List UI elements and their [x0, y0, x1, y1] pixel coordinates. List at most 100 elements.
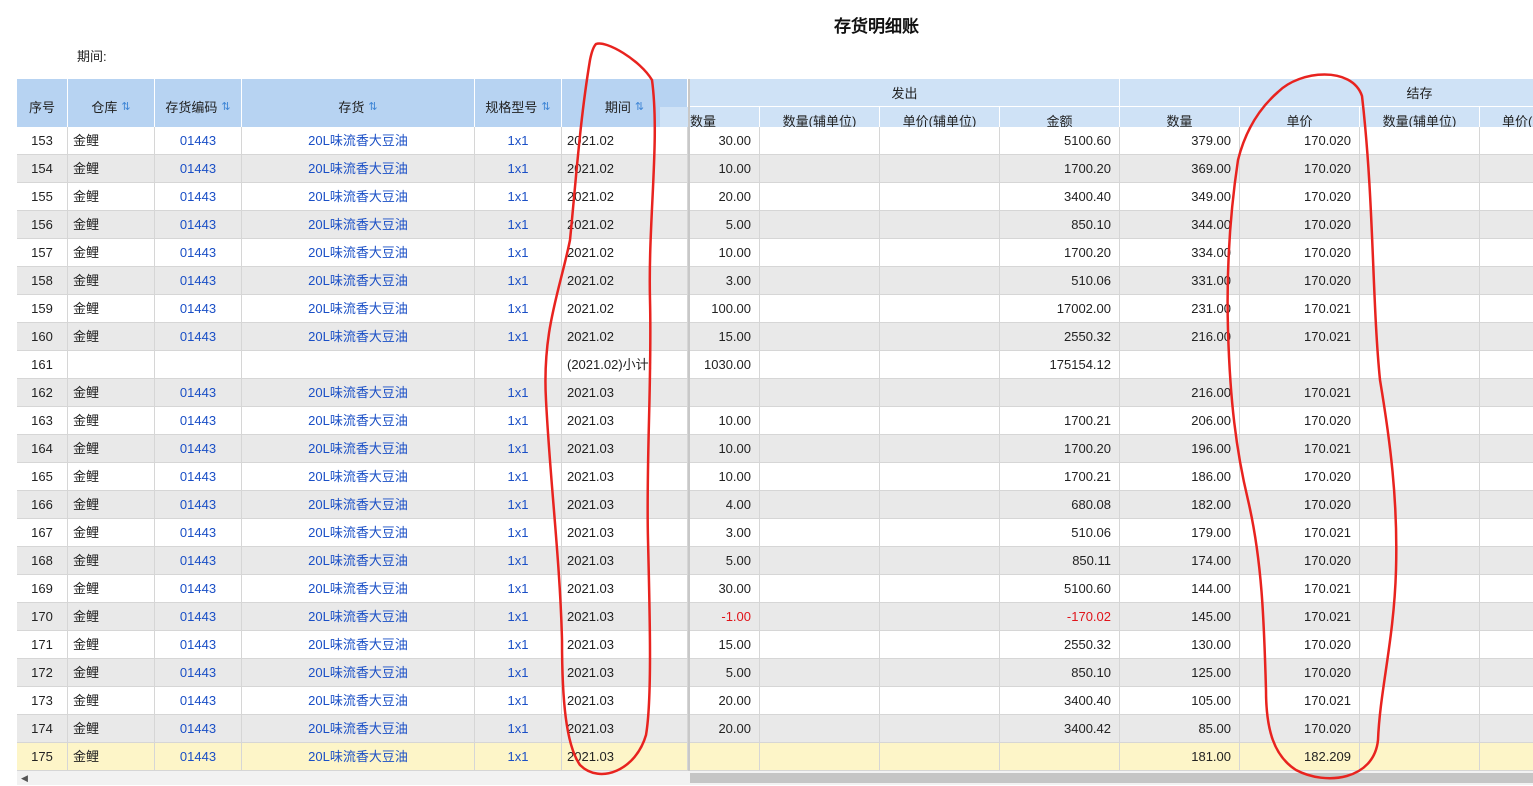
cell-spec[interactable]: 1x1: [475, 239, 562, 267]
cell-item[interactable]: 20L味流香大豆油: [242, 239, 475, 267]
cell-code[interactable]: 01443: [155, 267, 242, 295]
cell-item[interactable]: 20L味流香大豆油: [242, 407, 475, 435]
cell-item[interactable]: 20L味流香大豆油: [242, 631, 475, 659]
cell-spec[interactable]: 1x1: [475, 295, 562, 323]
cell-item[interactable]: 20L味流香大豆油: [242, 575, 475, 603]
cell-item[interactable]: 20L味流香大豆油: [242, 435, 475, 463]
table-row[interactable]: 154 金鲤 01443 20L味流香大豆油 1x1 2021.02 10.00 1700.2…: [17, 155, 1533, 183]
cell-code[interactable]: 01443: [155, 435, 242, 463]
cell-spec[interactable]: 1x1: [475, 183, 562, 211]
cell-item[interactable]: 20L味流香大豆油: [242, 295, 475, 323]
cell-code[interactable]: 01443: [155, 183, 242, 211]
cell-item[interactable]: 20L味流香大豆油: [242, 603, 475, 631]
cell-spec[interactable]: 1x1: [475, 267, 562, 295]
cell-spec[interactable]: 1x1: [475, 687, 562, 715]
table-row[interactable]: 173 金鲤 01443 20L味流香大豆油 1x1 2021.03 20.00 3400.4…: [17, 687, 1533, 715]
cell-code[interactable]: 01443: [155, 743, 242, 771]
cell-code[interactable]: 01443: [155, 323, 242, 351]
table-row[interactable]: 156 金鲤 01443 20L味流香大豆油 1x1 2021.02 5.00 850.10 3…: [17, 211, 1533, 239]
cell-spec[interactable]: 1x1: [475, 435, 562, 463]
cell-spec[interactable]: 1x1: [475, 575, 562, 603]
table-row[interactable]: 164 金鲤 01443 20L味流香大豆油 1x1 2021.03 10.00 1700.2…: [17, 435, 1533, 463]
table-row[interactable]: 163 金鲤 01443 20L味流香大豆油 1x1 2021.03 10.00 1700.2…: [17, 407, 1533, 435]
table-row[interactable]: 162 金鲤 01443 20L味流香大豆油 1x1 2021.03 216.00 170.0…: [17, 379, 1533, 407]
sort-icon[interactable]: ⇅: [221, 100, 230, 113]
sort-icon[interactable]: ⇅: [368, 100, 377, 113]
table-row[interactable]: 161 (2021.02)小计: 1030.00 175154.12: [17, 351, 1533, 379]
cell-code[interactable]: 01443: [155, 295, 242, 323]
cell-code[interactable]: 01443: [155, 407, 242, 435]
table-row[interactable]: 171 金鲤 01443 20L味流香大豆油 1x1 2021.03 15.00 2550.3…: [17, 631, 1533, 659]
cell-code[interactable]: 01443: [155, 659, 242, 687]
cell-item[interactable]: 20L味流香大豆油: [242, 743, 475, 771]
cell-item[interactable]: 20L味流香大豆油: [242, 183, 475, 211]
cell-item[interactable]: 20L味流香大豆油: [242, 491, 475, 519]
cell-item[interactable]: 20L味流香大豆油: [242, 267, 475, 295]
cell-item[interactable]: 20L味流香大豆油: [242, 211, 475, 239]
table-row[interactable]: 157 金鲤 01443 20L味流香大豆油 1x1 2021.02 10.00 1700.2…: [17, 239, 1533, 267]
table-row[interactable]: 159 金鲤 01443 20L味流香大豆油 1x1 2021.02 100.00 17002…: [17, 295, 1533, 323]
cell-code[interactable]: 01443: [155, 211, 242, 239]
cell-spec[interactable]: 1x1: [475, 127, 562, 155]
cell-code[interactable]: 01443: [155, 631, 242, 659]
cell-spec[interactable]: 1x1: [475, 659, 562, 687]
cell-code[interactable]: 01443: [155, 547, 242, 575]
table-row[interactable]: 158 金鲤 01443 20L味流香大豆油 1x1 2021.02 3.00 510.06 3…: [17, 267, 1533, 295]
scroll-left-icon[interactable]: ◀: [21, 771, 28, 785]
horizontal-scrollbar[interactable]: ◀: [17, 771, 1533, 785]
table-row[interactable]: 174 金鲤 01443 20L味流香大豆油 1x1 2021.03 20.00 3400.4…: [17, 715, 1533, 743]
cell-item[interactable]: 20L味流香大豆油: [242, 463, 475, 491]
table-row[interactable]: 160 金鲤 01443 20L味流香大豆油 1x1 2021.02 15.00 2550.3…: [17, 323, 1533, 351]
cell-code[interactable]: 01443: [155, 155, 242, 183]
cell-spec[interactable]: 1x1: [475, 519, 562, 547]
cell-item[interactable]: 20L味流香大豆油: [242, 715, 475, 743]
cell-code[interactable]: 01443: [155, 687, 242, 715]
cell-spec[interactable]: 1x1: [475, 715, 562, 743]
cell-code[interactable]: [155, 351, 242, 379]
table-row[interactable]: 175 金鲤 01443 20L味流香大豆油 1x1 2021.03 181.00 182.2…: [17, 743, 1533, 771]
table-row[interactable]: 165 金鲤 01443 20L味流香大豆油 1x1 2021.03 10.00 1700.2…: [17, 463, 1533, 491]
cell-code[interactable]: 01443: [155, 463, 242, 491]
cell-item[interactable]: 20L味流香大豆油: [242, 323, 475, 351]
cell-spec[interactable]: 1x1: [475, 379, 562, 407]
table-row[interactable]: 166 金鲤 01443 20L味流香大豆油 1x1 2021.03 4.00 680.08 1…: [17, 491, 1533, 519]
cell-code[interactable]: 01443: [155, 519, 242, 547]
cell-item[interactable]: 20L味流香大豆油: [242, 687, 475, 715]
cell-code[interactable]: 01443: [155, 491, 242, 519]
cell-code[interactable]: 01443: [155, 239, 242, 267]
cell-code[interactable]: 01443: [155, 715, 242, 743]
cell-code[interactable]: 01443: [155, 575, 242, 603]
table-row[interactable]: 153 金鲤 01443 20L味流香大豆油 1x1 2021.02 30.00 5100.6…: [17, 127, 1533, 155]
table-row[interactable]: 172 金鲤 01443 20L味流香大豆油 1x1 2021.03 5.00 850.10 1…: [17, 659, 1533, 687]
cell-spec[interactable]: 1x1: [475, 491, 562, 519]
scrollbar-thumb[interactable]: [690, 773, 1533, 783]
cell-spec[interactable]: 1x1: [475, 155, 562, 183]
cell-item[interactable]: 20L味流香大豆油: [242, 519, 475, 547]
cell-item[interactable]: 20L味流香大豆油: [242, 379, 475, 407]
table-row[interactable]: 167 金鲤 01443 20L味流香大豆油 1x1 2021.03 3.00 510.06 1…: [17, 519, 1533, 547]
cell-code[interactable]: 01443: [155, 379, 242, 407]
cell-spec[interactable]: [475, 351, 562, 379]
cell-item[interactable]: 20L味流香大豆油: [242, 547, 475, 575]
cell-item[interactable]: [242, 351, 475, 379]
cell-spec[interactable]: 1x1: [475, 631, 562, 659]
cell-item[interactable]: 20L味流香大豆油: [242, 127, 475, 155]
cell-spec[interactable]: 1x1: [475, 743, 562, 771]
cell-spec[interactable]: 1x1: [475, 211, 562, 239]
cell-spec[interactable]: 1x1: [475, 603, 562, 631]
cell-item[interactable]: 20L味流香大豆油: [242, 155, 475, 183]
cell-spec[interactable]: 1x1: [475, 547, 562, 575]
table-row[interactable]: 169 金鲤 01443 20L味流香大豆油 1x1 2021.03 30.00 5100.6…: [17, 575, 1533, 603]
table-row[interactable]: 168 金鲤 01443 20L味流香大豆油 1x1 2021.03 5.00 850.11 1…: [17, 547, 1533, 575]
sort-icon[interactable]: ⇅: [635, 100, 644, 113]
cell-spec[interactable]: 1x1: [475, 323, 562, 351]
cell-item[interactable]: 20L味流香大豆油: [242, 659, 475, 687]
table-row[interactable]: 170 金鲤 01443 20L味流香大豆油 1x1 2021.03 -1.00 -170.0…: [17, 603, 1533, 631]
sort-icon[interactable]: ⇅: [121, 100, 130, 113]
table-row[interactable]: 155 金鲤 01443 20L味流香大豆油 1x1 2021.02 20.00 3400.4…: [17, 183, 1533, 211]
sort-icon[interactable]: ⇅: [541, 100, 550, 113]
cell-code[interactable]: 01443: [155, 603, 242, 631]
cell-spec[interactable]: 1x1: [475, 463, 562, 491]
cell-code[interactable]: 01443: [155, 127, 242, 155]
cell-spec[interactable]: 1x1: [475, 407, 562, 435]
